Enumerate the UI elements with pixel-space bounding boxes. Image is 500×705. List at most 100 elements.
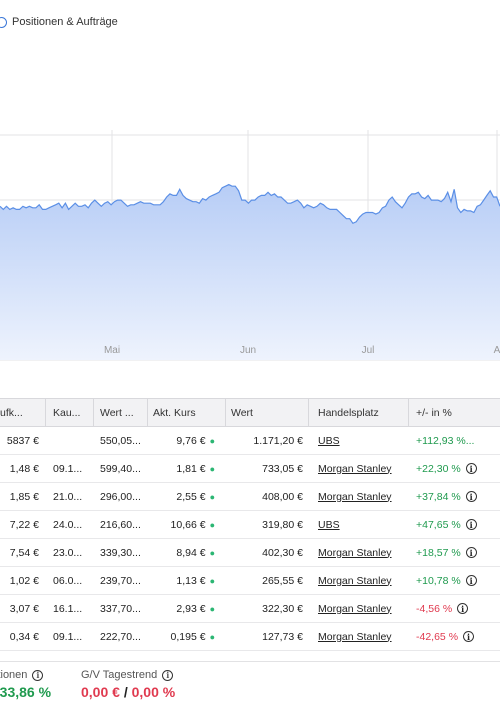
trend-value-eur: 0,00 € xyxy=(81,684,120,700)
current-price-cell: 9,76 € ● xyxy=(148,427,226,454)
exchange-link[interactable]: Morgan Stanley xyxy=(318,631,392,643)
col-header[interactable]: Kau... xyxy=(46,399,94,426)
chart-area xyxy=(0,184,500,360)
current-price-cell-text: 8,94 € xyxy=(176,546,206,559)
info-icon[interactable]: i xyxy=(465,547,477,558)
exchange-cell[interactable]: UBS xyxy=(309,427,409,454)
live-dot-icon: ● xyxy=(209,603,215,614)
table-row[interactable]: 1,48 € 09.1... 599,40... 1,81 € ● 733,05 € Mor… xyxy=(0,455,500,483)
positions-value: -33,86 % xyxy=(0,684,52,700)
exchange-link[interactable]: UBS xyxy=(318,435,340,447)
purchase-value-cell: 222,70... xyxy=(94,623,148,650)
col-header[interactable]: Wert xyxy=(226,399,309,426)
table-row[interactable]: 0,34 € 09.1... 222,70... 0,195 € ● 127,73 € Mo… xyxy=(0,623,500,651)
value-cell: 322,30 € xyxy=(226,595,309,622)
purchase-value-cell: 550,05... xyxy=(94,427,148,454)
exchange-cell[interactable]: Morgan Stanley xyxy=(309,567,409,594)
col-header[interactable]: ufk... xyxy=(0,399,46,426)
purchase-price-cell-text: 3,07 € xyxy=(9,602,39,615)
purchase-value-cell-text: 222,70... xyxy=(100,630,141,643)
x-tick-label: A xyxy=(494,345,500,356)
x-tick-label: Jul xyxy=(362,345,375,356)
change-percent-cell: -42,65 % i xyxy=(409,623,500,650)
exchange-cell[interactable]: UBS xyxy=(309,511,409,538)
col-header[interactable]: Handelsplatz xyxy=(309,399,409,426)
current-price-cell-text: 0,195 € xyxy=(170,630,206,643)
purchase-value-cell-text: 216,60... xyxy=(100,518,141,531)
purchase-value-cell: 216,60... xyxy=(94,511,148,538)
purchase-price-cell-text: 1,85 € xyxy=(9,490,39,503)
purchase-value-cell: 599,40... xyxy=(94,455,148,482)
exchange-cell[interactable]: Morgan Stanley xyxy=(309,483,409,510)
table-row[interactable]: 3,07 € 16.1... 337,70... 2,93 € ● 322,30 € Mor… xyxy=(0,595,500,623)
exchange-cell[interactable]: Morgan Stanley xyxy=(309,539,409,566)
purchase-value-cell-text: 339,30... xyxy=(100,546,141,559)
value-cell-text: 1.171,20 € xyxy=(253,434,303,447)
value-cell: 265,55 € xyxy=(226,567,309,594)
table-row[interactable]: 5837 € 550,05... 9,76 € ● 1.171,20 € UBS +112,… xyxy=(0,427,500,455)
positions-table: ufk... Kau... Wert ... Akt. Kurs Wert Ha… xyxy=(0,398,500,651)
purchase-value-cell-text: 239,70... xyxy=(100,574,141,587)
table-row[interactable]: 7,22 € 24.0... 216,60... 10,66 € ● 319,80 € UB… xyxy=(0,511,500,539)
info-icon[interactable]: i xyxy=(465,463,477,474)
col-header[interactable]: +/- in % xyxy=(409,399,500,426)
col-header[interactable]: Akt. Kurs xyxy=(148,399,226,426)
purchase-value-cell-text: 550,05... xyxy=(100,434,141,447)
current-price-cell: 8,94 € ● xyxy=(148,539,226,566)
exchange-link[interactable]: Morgan Stanley xyxy=(318,575,392,587)
value-cell-text: 319,80 € xyxy=(262,518,303,531)
purchase-price-cell-text: 7,22 € xyxy=(9,518,39,531)
col-header[interactable]: Wert ... xyxy=(94,399,148,426)
purchase-date-cell: 21.0... xyxy=(46,483,94,510)
live-dot-icon: ● xyxy=(209,519,215,530)
change-percent-cell: +18,57 % i xyxy=(409,539,500,566)
exchange-link[interactable]: Morgan Stanley xyxy=(318,603,392,615)
info-icon[interactable]: i xyxy=(463,631,475,642)
change-percent-cell-text: +112,93 %... xyxy=(416,434,475,447)
change-percent-cell-text: +10,78 % xyxy=(416,574,461,587)
trend-separator: / xyxy=(123,684,128,700)
info-icon[interactable]: i xyxy=(465,575,477,586)
purchase-price-cell: 0,34 € xyxy=(0,623,46,650)
chart-svg: Mai Jun Jul A xyxy=(0,130,500,361)
info-icon[interactable]: i xyxy=(32,669,44,681)
purchase-price-cell: 1,85 € xyxy=(0,483,46,510)
info-icon[interactable]: i xyxy=(465,519,477,530)
value-cell-text: 402,30 € xyxy=(262,546,303,559)
value-cell: 319,80 € xyxy=(226,511,309,538)
exchange-link[interactable]: Morgan Stanley xyxy=(318,491,392,503)
purchase-value-cell-text: 599,40... xyxy=(100,462,141,475)
live-dot-icon: ● xyxy=(209,435,215,446)
info-icon[interactable]: i xyxy=(465,491,477,502)
current-price-cell: 10,66 € ● xyxy=(148,511,226,538)
table-row[interactable]: 7,54 € 23.0... 339,30... 8,94 € ● 402,30 € Mor… xyxy=(0,539,500,567)
live-dot-icon: ● xyxy=(209,547,215,558)
x-tick-label: Mai xyxy=(104,345,120,356)
change-percent-cell: +10,78 % i xyxy=(409,567,500,594)
current-price-cell: 2,93 € ● xyxy=(148,595,226,622)
exchange-link[interactable]: Morgan Stanley xyxy=(318,463,392,475)
exchange-link[interactable]: Morgan Stanley xyxy=(318,547,392,559)
table-row[interactable]: 1,85 € 21.0... 296,00... 2,55 € ● 408,00 € Mor… xyxy=(0,483,500,511)
table-body: 5837 €550,05... 9,76 € ● 1.171,20 € UBS +112,… xyxy=(0,427,500,651)
live-dot-icon: ● xyxy=(209,575,215,586)
value-cell-text: 265,55 € xyxy=(262,574,303,587)
info-icon[interactable]: i xyxy=(162,669,174,681)
summary-divider xyxy=(0,661,500,662)
purchase-date-cell: 09.1... xyxy=(46,623,94,650)
exchange-cell[interactable]: Morgan Stanley xyxy=(309,595,409,622)
current-price-cell: 1,13 € ● xyxy=(148,567,226,594)
purchase-price-cell-text: 7,54 € xyxy=(9,546,39,559)
info-icon[interactable]: i xyxy=(457,603,469,614)
table-row[interactable]: 1,02 € 06.0... 239,70... 1,13 € ● 265,55 € Mor… xyxy=(0,567,500,595)
change-percent-cell: +47,65 % i xyxy=(409,511,500,538)
change-percent-cell-text: +18,57 % xyxy=(416,546,461,559)
purchase-price-cell: 1,02 € xyxy=(0,567,46,594)
exchange-link[interactable]: UBS xyxy=(318,519,340,531)
purchase-date-cell-text: 09.1... xyxy=(53,462,83,475)
change-percent-cell: +112,93 %... xyxy=(409,427,500,454)
exchange-cell[interactable]: Morgan Stanley xyxy=(309,455,409,482)
purchase-value-cell: 339,30... xyxy=(94,539,148,566)
exchange-cell[interactable]: Morgan Stanley xyxy=(309,623,409,650)
purchase-price-cell: 3,07 € xyxy=(0,595,46,622)
